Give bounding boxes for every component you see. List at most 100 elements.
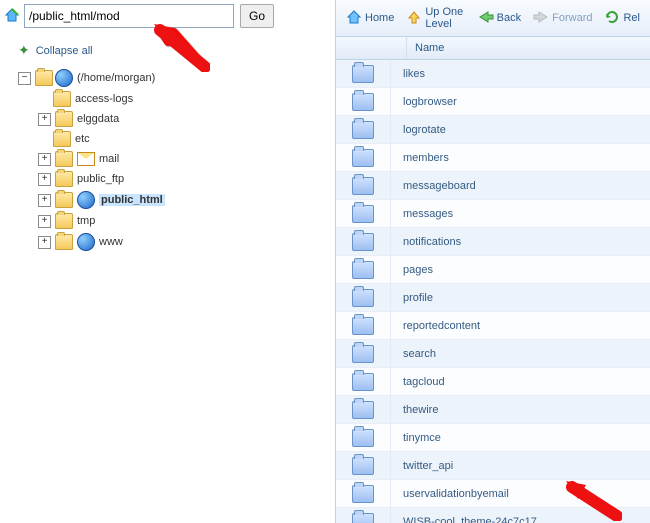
tree-node[interactable]: access-logs <box>38 91 327 107</box>
tree-root[interactable]: − (/home/morgan) <box>18 69 327 87</box>
table-row[interactable]: logbrowser <box>336 88 650 116</box>
row-icon-cell <box>336 396 391 423</box>
table-row[interactable]: search <box>336 340 650 368</box>
home-button[interactable]: Home <box>342 7 398 30</box>
row-icon-cell <box>336 284 391 311</box>
tree-node[interactable]: +tmp <box>38 213 327 229</box>
row-icon-cell <box>336 116 391 143</box>
table-row[interactable]: WISB-cool_theme-24c7c17 <box>336 508 650 523</box>
row-name: twitter_api <box>391 460 650 472</box>
table-row[interactable]: tagcloud <box>336 368 650 396</box>
column-header-icon[interactable] <box>336 37 407 59</box>
folder-icon <box>352 93 374 111</box>
file-list: likes logbrowser logrotate members messagebo… <box>336 60 650 523</box>
tree-node-label: public_html <box>99 194 165 206</box>
folder-icon <box>352 65 374 83</box>
tree-node[interactable]: + public_html <box>38 191 327 209</box>
folder-icon <box>55 213 73 229</box>
row-name: likes <box>391 68 650 80</box>
plus-icon[interactable]: + <box>38 194 51 207</box>
tree-node-label: etc <box>75 133 90 145</box>
folder-icon <box>352 233 374 251</box>
table-row[interactable]: reportedcontent <box>336 312 650 340</box>
row-name: logbrowser <box>391 96 650 108</box>
folder-icon <box>53 131 71 147</box>
folder-icon <box>352 457 374 475</box>
table-row[interactable]: tinymce <box>336 424 650 452</box>
up-one-level-button[interactable]: Up One Level <box>402 4 469 32</box>
row-icon-cell <box>336 424 391 451</box>
collapse-all[interactable]: ✦ Collapse all <box>18 42 327 59</box>
folder-icon <box>352 401 374 419</box>
row-name: profile <box>391 292 650 304</box>
folder-icon <box>55 151 73 167</box>
row-name: search <box>391 348 650 360</box>
row-name: pages <box>391 264 650 276</box>
table-row[interactable]: messages <box>336 200 650 228</box>
table-row[interactable]: twitter_api <box>336 452 650 480</box>
row-icon-cell <box>336 480 391 507</box>
collapse-all-label: Collapse all <box>36 45 93 57</box>
row-name: uservalidationbyemail <box>391 488 650 500</box>
row-icon-cell <box>336 312 391 339</box>
row-icon-cell <box>336 60 391 87</box>
address-bar: Go <box>0 0 335 32</box>
plus-icon[interactable]: + <box>38 173 51 186</box>
row-icon-cell <box>336 144 391 171</box>
tree-node[interactable]: + mail <box>38 151 327 167</box>
row-name: logrotate <box>391 124 650 136</box>
plus-icon[interactable]: + <box>38 215 51 228</box>
minus-icon[interactable]: − <box>18 72 31 85</box>
spacer <box>38 94 49 105</box>
tree-node[interactable]: +www <box>38 233 327 251</box>
home-icon <box>4 7 20 26</box>
tree-node[interactable]: etc <box>38 131 327 147</box>
tree-node-label: mail <box>99 153 119 165</box>
path-input[interactable] <box>24 4 234 28</box>
table-row[interactable]: logrotate <box>336 116 650 144</box>
table-row[interactable]: profile <box>336 284 650 312</box>
folder-icon <box>352 121 374 139</box>
forward-icon <box>533 10 549 27</box>
row-icon-cell <box>336 200 391 227</box>
column-header-name[interactable]: Name <box>407 37 452 59</box>
tree-node-label: public_ftp <box>77 173 124 185</box>
go-button[interactable]: Go <box>240 4 274 28</box>
tree-node-label: elggdata <box>77 113 119 125</box>
back-button[interactable]: Back <box>474 8 525 29</box>
table-row[interactable]: notifications <box>336 228 650 256</box>
tree-node[interactable]: + elggdata <box>38 111 327 127</box>
folder-icon <box>35 70 53 86</box>
table-row[interactable]: thewire <box>336 396 650 424</box>
row-name: messages <box>391 208 650 220</box>
back-icon <box>478 10 494 27</box>
table-row[interactable]: likes <box>336 60 650 88</box>
folder-icon <box>352 149 374 167</box>
table-row[interactable]: uservalidationbyemail <box>336 480 650 508</box>
table-row[interactable]: pages <box>336 256 650 284</box>
folder-icon <box>55 171 73 187</box>
tree-node[interactable]: + public_ftp <box>38 171 327 187</box>
plus-icon[interactable]: + <box>38 153 51 166</box>
plus-icon[interactable]: + <box>38 236 51 249</box>
row-name: notifications <box>391 236 650 248</box>
reload-button[interactable]: Rel <box>600 7 644 30</box>
forward-button[interactable]: Forward <box>529 8 596 29</box>
folder-icon <box>352 513 374 523</box>
collapse-icon: ✦ <box>18 42 30 59</box>
globe-icon <box>77 191 95 209</box>
table-row[interactable]: messageboard <box>336 172 650 200</box>
tree-root-label: (/home/morgan) <box>77 72 155 84</box>
folder-icon <box>352 317 374 335</box>
row-name: messageboard <box>391 180 650 192</box>
folder-icon <box>352 289 374 307</box>
table-row[interactable]: members <box>336 144 650 172</box>
plus-icon[interactable]: + <box>38 113 51 126</box>
folder-icon <box>352 205 374 223</box>
folder-icon <box>53 91 71 107</box>
row-icon-cell <box>336 256 391 283</box>
folder-tree: − (/home/morgan) access-logs + elggdata etc… <box>18 69 327 251</box>
globe-icon <box>55 69 73 87</box>
left-pane: Go ✦ Collapse all − (/home/morgan) acces… <box>0 0 335 523</box>
row-name: tinymce <box>391 432 650 444</box>
